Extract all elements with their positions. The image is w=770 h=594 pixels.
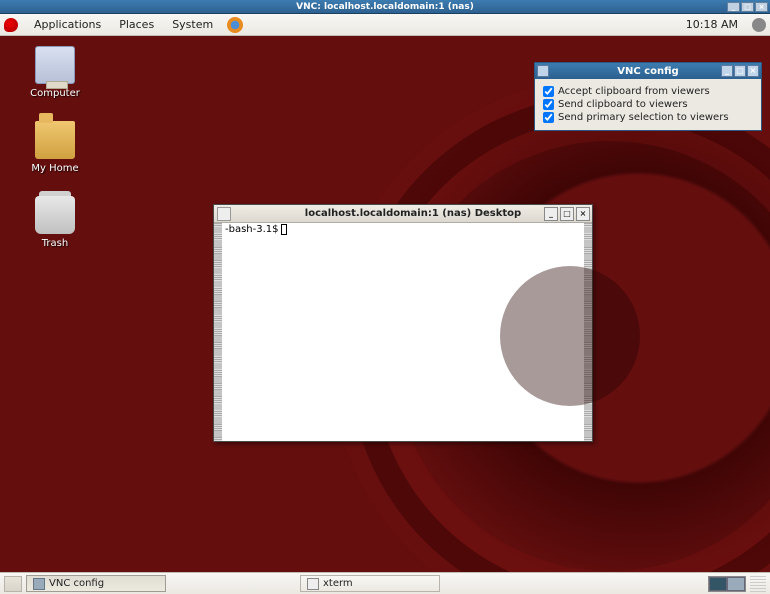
taskbar-item-vnc-config[interactable]: VNC config: [26, 575, 166, 592]
vnc-client-title: VNC: localhost.localdomain:1 (nas): [296, 2, 474, 12]
checkbox-accept[interactable]: [543, 86, 554, 97]
xterm-window-title: localhost.localdomain:1 (nas) Desktop: [234, 208, 592, 219]
option-label: Accept clipboard from viewers: [558, 86, 710, 97]
desktop-background[interactable]: Computer My Home Trash localhost.localdo…: [0, 36, 770, 572]
menu-system[interactable]: System: [168, 16, 217, 33]
computer-icon: [35, 46, 75, 84]
checkbox-send[interactable]: [543, 99, 554, 110]
show-desktop-button[interactable]: [4, 576, 22, 592]
desktop-icon-label: My Home: [31, 163, 78, 174]
panel-corner-icon[interactable]: [750, 576, 766, 592]
vnc-config-titlebar[interactable]: VNC config _ □ ×: [535, 63, 761, 79]
redhat-icon[interactable]: [4, 18, 18, 32]
close-button[interactable]: ×: [747, 65, 759, 77]
xterm-titlebar[interactable]: localhost.localdomain:1 (nas) Desktop _ …: [214, 205, 592, 223]
option-label: Send primary selection to viewers: [558, 112, 729, 123]
remote-desktop: Applications Places System 10:18 AM Comp…: [0, 14, 770, 594]
checkbox-primary[interactable]: [543, 112, 554, 123]
vnc-config-options: Accept clipboard from viewers Send clipb…: [535, 79, 761, 130]
taskbar-item-label: xterm: [323, 578, 353, 589]
minimize-button[interactable]: _: [721, 65, 733, 77]
vnc-config-window[interactable]: VNC config _ □ × Accept clipboard from v…: [534, 62, 762, 131]
option-label: Send clipboard to viewers: [558, 99, 688, 110]
terminal-body[interactable]: -bash-3.1$: [214, 223, 592, 441]
client-close-button[interactable]: ×: [755, 2, 768, 12]
maximize-button[interactable]: □: [560, 207, 574, 221]
desktop-icon-home[interactable]: My Home: [15, 121, 95, 174]
desktop-icon-label: Computer: [30, 88, 80, 99]
trash-icon: [35, 196, 75, 234]
window-menu-icon[interactable]: [537, 65, 549, 77]
desktop-icon-computer[interactable]: Computer: [15, 46, 95, 99]
window-menu-icon[interactable]: [217, 207, 231, 221]
taskbar-item-label: VNC config: [49, 578, 104, 589]
window-icon: [307, 578, 319, 590]
vnc-config-title: VNC config: [617, 66, 678, 77]
option-accept-clipboard[interactable]: Accept clipboard from viewers: [543, 86, 753, 97]
menu-applications[interactable]: Applications: [30, 16, 105, 33]
desktop-icon-trash[interactable]: Trash: [15, 196, 95, 249]
vnc-client-titlebar: VNC: localhost.localdomain:1 (nas) _ □ ×: [0, 0, 770, 14]
option-send-primary[interactable]: Send primary selection to viewers: [543, 112, 753, 123]
top-panel: Applications Places System 10:18 AM: [0, 14, 770, 36]
terminal-prompt: -bash-3.1$: [225, 224, 279, 235]
folder-home-icon: [35, 121, 75, 159]
taskbar-item-xterm[interactable]: xterm: [300, 575, 440, 592]
client-maximize-button[interactable]: □: [741, 2, 754, 12]
xterm-window[interactable]: localhost.localdomain:1 (nas) Desktop _ …: [213, 204, 593, 442]
maximize-button[interactable]: □: [734, 65, 746, 77]
option-send-clipboard[interactable]: Send clipboard to viewers: [543, 99, 753, 110]
client-minimize-button[interactable]: _: [727, 2, 740, 12]
firefox-icon[interactable]: [227, 17, 243, 33]
menu-places[interactable]: Places: [115, 16, 158, 33]
clock[interactable]: 10:18 AM: [682, 18, 742, 31]
volume-icon[interactable]: [752, 18, 766, 32]
workspace-2[interactable]: [727, 577, 745, 591]
minimize-button[interactable]: _: [544, 207, 558, 221]
close-button[interactable]: ×: [576, 207, 590, 221]
workspace-switcher[interactable]: [708, 576, 746, 592]
terminal-cursor: [281, 224, 287, 235]
bottom-panel: VNC config xterm: [0, 572, 770, 594]
desktop-icon-label: Trash: [42, 238, 68, 249]
workspace-1[interactable]: [709, 577, 727, 591]
window-icon: [33, 578, 45, 590]
